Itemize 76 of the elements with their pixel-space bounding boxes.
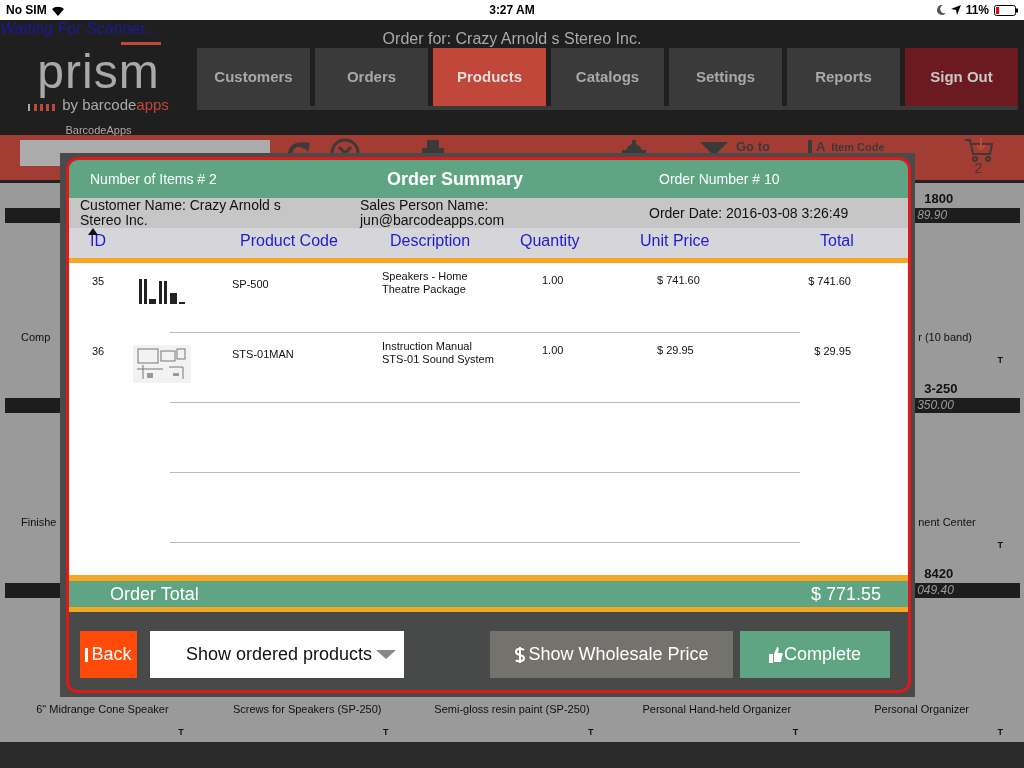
table-cell-text: $ 741.60	[657, 273, 701, 288]
order-number: Order Number # 10	[659, 169, 781, 189]
product-price: 89.90	[917, 208, 948, 222]
product-tag: T	[819, 725, 1024, 739]
nav-tab[interactable]: Products	[433, 48, 546, 106]
table-cell-text: $ 29.95	[657, 343, 695, 358]
product-code: 8420	[923, 567, 955, 581]
nav-tab[interactable]: Settings	[669, 48, 782, 106]
scanner-status: Waiting For Scanner...	[0, 20, 160, 38]
moon-icon	[936, 5, 946, 15]
product-name[interactable]: 6" Midrange Cone Speaker	[0, 701, 205, 716]
nav-tab[interactable]: Orders	[315, 48, 428, 106]
nav-tab[interactable]: Catalogs	[551, 48, 664, 106]
filter-dropdown[interactable]: Show ordered products	[150, 631, 404, 678]
sign-out-button[interactable]: Sign Out	[905, 48, 1018, 106]
sales-person: Sales Person Name: jun@barcodeapps.com	[358, 198, 506, 228]
product-code: 3-250	[923, 382, 959, 396]
product-name[interactable]: Screws for Speakers (SP-250)	[204, 701, 410, 716]
product-tag: T	[204, 725, 410, 739]
dialog-title: Order Summary	[386, 167, 525, 191]
order-title: Order for: Crazy Arnold s Stereo Inc.	[382, 29, 642, 48]
company-name: BarcodeApps	[65, 123, 132, 138]
item-count: Number of Items # 2	[89, 169, 218, 189]
order-total-label: Order Total	[110, 582, 199, 606]
table-cell-text: $ 29.95	[813, 344, 851, 359]
location-icon	[950, 5, 961, 15]
column-header[interactable]: Description	[390, 229, 520, 253]
table-cell-text: 36	[91, 344, 106, 359]
table-cell-text: STS-01MAN	[232, 347, 295, 362]
product-tag: T	[409, 725, 615, 739]
price-bar	[5, 398, 60, 413]
wholesale-price-button[interactable]: Show Wholesale Price	[490, 631, 733, 678]
back-icon	[85, 647, 91, 662]
product-name[interactable]: Semi-gloss resin paint (SP-250)	[409, 701, 615, 716]
product-tag: T	[0, 725, 205, 739]
logo-accent-icon	[121, 42, 161, 46]
product-price: 049.40	[917, 583, 954, 597]
logo-tagline: by barcodeapps	[62, 97, 169, 113]
order-date: Order Date: 2016-03-08 3:26:49	[649, 204, 849, 223]
table-cell-text: SP-500	[232, 277, 270, 292]
product-code: 1800	[923, 192, 955, 206]
nav-tab[interactable]: Customers	[197, 48, 310, 106]
table-cell-text: Instruction Manual STS-01 Sound System	[382, 339, 495, 367]
product-price: 350.00	[917, 398, 954, 412]
table-cell-text: 35	[91, 274, 106, 289]
table-cell-text: 1.00	[542, 343, 565, 358]
price-bar	[5, 583, 60, 598]
column-header[interactable]: ID	[69, 229, 240, 253]
table-cell-text: 1.00	[542, 273, 565, 288]
dropdown-triangle-icon[interactable]	[700, 142, 728, 156]
column-header[interactable]: Unit Price	[640, 229, 820, 253]
table-cell-text: Speakers - Home Theatre Package	[382, 269, 469, 297]
column-header[interactable]: Total	[820, 229, 880, 253]
cart-icon[interactable]	[964, 138, 993, 162]
order-total-amount: $ 771.55	[810, 582, 881, 606]
caret-icon	[376, 649, 396, 660]
nav-tab[interactable]: Reports	[787, 48, 900, 106]
battery-percent: 11%	[965, 2, 989, 19]
dollar-icon	[514, 645, 527, 664]
product-name[interactable]: Personal Hand-held Organizer	[614, 701, 820, 716]
customer-name: Customer Name: Crazy Arnold s Stereo Inc.	[79, 198, 282, 228]
carrier-label: No SIM	[6, 2, 47, 19]
logo-wordmark: prism	[37, 47, 160, 97]
product-tag: T	[614, 725, 820, 739]
column-header[interactable]: Product Code	[240, 229, 390, 253]
battery-icon	[994, 4, 1018, 16]
price-bar	[5, 208, 60, 223]
product-tag: T	[819, 538, 1024, 552]
wifi-icon	[50, 4, 65, 16]
thumbs-up-icon	[768, 646, 783, 663]
column-header[interactable]: Quantity	[520, 229, 640, 253]
product-name[interactable]: Personal Organizer	[819, 701, 1024, 716]
clock-time: 3:27 AM	[489, 2, 535, 19]
cart-count: 2	[974, 162, 983, 174]
table-cell-text: $ 741.60	[807, 274, 851, 289]
back-button[interactable]: Back	[80, 631, 137, 678]
